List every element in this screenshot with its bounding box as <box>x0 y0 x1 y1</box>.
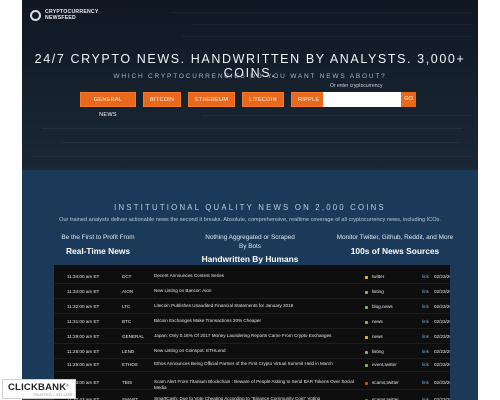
feature-handwritten-heading: Handwritten By Humans <box>201 254 299 264</box>
hero-background <box>22 0 478 170</box>
news-source-icon <box>365 306 368 309</box>
news-time: 11:29:00 am ET <box>67 334 100 339</box>
feature-handwritten-caption: Nothing Aggregated or Scraped By Bots <box>205 234 295 250</box>
news-date: 02/23/2018 <box>434 319 450 324</box>
page: CRYPTOCURRENCY NEWSFEED 24/7 CRYPTO NEWS… <box>22 0 478 400</box>
news-row[interactable]: 11:34:00 am ET AION New Listing on Bancor:… <box>54 286 450 299</box>
clickbank-name: CLICKBANK <box>8 382 67 393</box>
news-row[interactable]: 11:23:00 am ET TBIS Scam Alert From Titani… <box>54 377 450 390</box>
news-date: 02/23/2018 <box>434 380 450 385</box>
news-feed-table: 11:34:00 am ET DCT Decent Announces Contes… <box>54 265 450 400</box>
news-row[interactable]: 11:31:00 am ET BTC Bitcoin Exchanges Make … <box>54 316 450 329</box>
news-ticker[interactable]: TBIS <box>122 380 132 385</box>
custom-coin-input[interactable] <box>323 92 401 107</box>
news-headline[interactable]: Bitcoin Exchanges Make Transactions 20% … <box>154 318 364 324</box>
clickbank-reg-mark: ® <box>66 383 69 388</box>
news-date: 02/23/2018 <box>434 334 450 339</box>
custom-coin-label: Or enter cryptocurrency <box>330 83 383 89</box>
news-date: 02/23/2018 <box>434 304 450 309</box>
news-source: blog,news <box>372 304 393 309</box>
feature-real-time: Be the First to Profit From Real-Time Ne… <box>38 234 158 256</box>
news-source-icon <box>365 276 368 279</box>
news-source-icon <box>365 364 368 367</box>
news-ticker[interactable]: LTC <box>122 304 130 309</box>
news-source: event,twitter <box>372 362 397 367</box>
news-headline[interactable]: SmartCash: Due to Vote Cheating Accordin… <box>154 396 364 400</box>
news-source: news <box>372 334 383 339</box>
news-time: 11:34:00 am ET <box>67 289 100 294</box>
feature-sources-caption: Monitor Twitter, Github, Reddit, and Mor… <box>336 234 454 241</box>
news-row[interactable]: 11:20:43 am ET SMART SmartCash: Due to Vot… <box>54 394 450 400</box>
news-source-icon <box>365 321 368 324</box>
hero-section: CRYPTOCURRENCY NEWSFEED 24/7 CRYPTO NEWS… <box>22 0 478 170</box>
news-time: 11:34:00 am ET <box>67 274 100 279</box>
news-ticker[interactable]: BTC <box>122 319 131 324</box>
news-link[interactable]: link <box>422 380 429 385</box>
news-headline[interactable]: New Listing on Coinspot: ETHLend <box>154 348 364 354</box>
hero-subtitle: WHICH CRYPTOCURRENCIES DO YOU WANT NEWS … <box>113 73 387 80</box>
news-source: listing <box>372 289 384 294</box>
news-source-icon <box>365 382 368 385</box>
news-date: 02/23/2018 <box>434 274 450 279</box>
feature-handwritten: Nothing Aggregated or Scraped By Bots Ha… <box>190 234 310 264</box>
news-link[interactable]: link <box>422 349 429 354</box>
news-source-icon <box>365 351 368 354</box>
news-headline[interactable]: Ethos Announces Being Official Partner o… <box>154 361 364 367</box>
news-time: 11:32:00 am ET <box>67 304 100 309</box>
news-ticker[interactable]: DCT <box>122 274 131 279</box>
ripple-button[interactable]: RIPPLE <box>291 92 324 107</box>
news-time: 11:25:00 am ET <box>67 362 100 367</box>
news-link[interactable]: link <box>422 334 429 339</box>
coin-buttons: GENERAL NEWS BITCOIN ETHEREUM LITECOIN R… <box>80 92 331 118</box>
clickbank-badge[interactable]: CLICKBANK ® TRUSTED • SECURE <box>2 379 76 399</box>
news-ticker[interactable]: LEND <box>122 349 134 354</box>
news-source: listing <box>372 349 384 354</box>
news-link[interactable]: link <box>422 274 429 279</box>
bitcoin-button[interactable]: BITCOIN <box>143 92 181 107</box>
news-source: twitter <box>372 274 385 279</box>
news-date: 02/23/2018 <box>434 362 450 367</box>
news-source-icon <box>365 291 368 294</box>
news-source: scams,twitter <box>372 380 399 385</box>
news-source: news <box>372 319 383 324</box>
news-link[interactable]: link <box>422 304 429 309</box>
news-ticker[interactable]: ETHOS <box>122 362 138 367</box>
go-button[interactable]: GO <box>401 92 416 107</box>
news-ticker[interactable]: GENERAL <box>122 334 144 339</box>
news-link[interactable]: link <box>422 319 429 324</box>
news-link[interactable]: link <box>422 289 429 294</box>
news-headline[interactable]: Decent Announces Contest Series <box>154 273 364 279</box>
news-ticker[interactable]: AION <box>122 289 133 294</box>
general-news-button[interactable]: GENERAL NEWS <box>80 92 136 118</box>
feature-sources-heading: 100s of News Sources <box>350 245 440 256</box>
features-title: INSTITUTIONAL QUALITY NEWS ON 2,000 COIN… <box>114 203 386 212</box>
clickbank-tagline: TRUSTED • SECURE <box>33 393 73 397</box>
logo-line-2: NEWSFEED <box>45 15 76 21</box>
features-description: Our trained analysts deliver actionable … <box>59 217 441 223</box>
litecoin-button[interactable]: LITECOIN <box>242 92 284 107</box>
news-headline[interactable]: Scam Alert From Titanium Blockchain : Be… <box>154 379 364 390</box>
news-time: 11:31:00 am ET <box>67 319 100 324</box>
news-row[interactable]: 11:29:00 am ET GENERAL Japan: Only 0.16% O… <box>54 331 450 344</box>
news-headline[interactable]: Japan: Only 0.16% Of 2017 Money Launderi… <box>154 333 364 339</box>
news-link[interactable]: link <box>422 362 429 367</box>
news-headline[interactable]: Litecoin Publishes Unaudited Financial S… <box>154 303 364 309</box>
news-row[interactable]: 11:32:00 am ET LTC Litecoin Publishes Unau… <box>54 301 450 314</box>
news-source-icon <box>365 336 368 339</box>
feature-real-time-caption: Be the First to Profit From <box>61 234 135 241</box>
feature-sources: Monitor Twitter, Github, Reddit, and Mor… <box>328 234 462 256</box>
news-row[interactable]: 11:34:00 am ET DCT Decent Announces Contes… <box>54 271 450 284</box>
ethereum-button[interactable]: ETHEREUM <box>188 92 235 107</box>
news-row[interactable]: 11:25:00 am ET ETHOS Ethos Announces Being… <box>54 359 450 372</box>
logo-icon <box>30 9 41 21</box>
features-section: INSTITUTIONAL QUALITY NEWS ON 2,000 COIN… <box>22 170 478 400</box>
news-date: 02/23/2018 <box>434 349 450 354</box>
news-row[interactable]: 11:28:00 am ET LEND New Listing on Coinspo… <box>54 346 450 359</box>
feature-real-time-heading: Real-Time News <box>65 245 131 256</box>
news-time: 11:28:00 am ET <box>67 349 100 354</box>
site-logo[interactable]: CRYPTOCURRENCY NEWSFEED <box>30 9 99 21</box>
logo-text: CRYPTOCURRENCY NEWSFEED <box>45 9 99 21</box>
news-headline[interactable]: New Listing on Bancor: Aion <box>154 288 364 294</box>
news-date: 02/23/2018 <box>434 289 450 294</box>
